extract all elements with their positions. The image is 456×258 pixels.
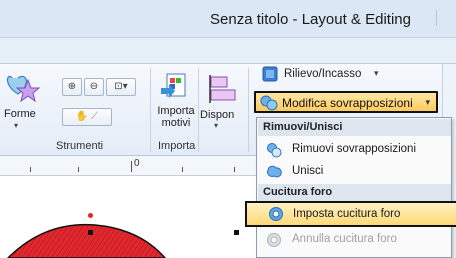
importa-motivi-button[interactable]: Importa motivi	[154, 68, 195, 134]
modifica-sovrapposizioni-label: Modifica sovrapposizioni	[282, 96, 413, 110]
menu-item-unisci[interactable]: Unisci	[258, 161, 451, 182]
group-separator	[150, 68, 151, 152]
group-label-importa: Importa	[158, 140, 196, 152]
menu-item-label: Annulla cucitura foro	[292, 233, 397, 245]
forme-label: Forme	[4, 108, 36, 120]
importa-motivi-label: Importa motivi	[157, 105, 195, 129]
zoom-fit-button[interactable]: ⊡▾	[106, 78, 136, 96]
ruler-zero-label: 0	[134, 158, 140, 169]
forme-button[interactable]: Forme ▾	[4, 68, 44, 134]
group-separator	[248, 68, 249, 152]
hole-sewing-icon	[269, 207, 283, 221]
title-bar: Senza titolo - Layout & Editing	[0, 0, 456, 38]
overlap-dropdown-menu: Rimuovi/Unisci Rimuovi sovrapposizioni U…	[245, 117, 456, 258]
zoom-in-icon: ⊕	[67, 81, 77, 92]
menu-item-rimuovi-sovrapposizioni[interactable]: Rimuovi sovrapposizioni	[258, 139, 451, 160]
rilievo-incasso-label: Rilievo/Incasso	[284, 68, 362, 80]
window-control[interactable]	[436, 10, 452, 26]
group-label-strumenti: Strumenti	[56, 140, 104, 152]
hand-icon: ✋ ⟋	[75, 111, 99, 122]
disponi-button[interactable]: Dispon ▾	[200, 68, 240, 134]
group-separator	[198, 68, 199, 152]
overlap-icon	[260, 95, 278, 111]
menu-item-label: Unisci	[292, 165, 324, 177]
ruler-tick	[131, 161, 132, 172]
heart-star-icon	[6, 75, 41, 103]
zoom-in-button[interactable]: ⊕	[62, 78, 82, 96]
chevron-down-icon: ▾	[425, 97, 430, 107]
ruler-tick	[30, 167, 31, 172]
rotation-handle[interactable]	[88, 213, 93, 218]
remove-overlap-icon	[267, 143, 282, 158]
ruler-tick	[234, 167, 235, 172]
disponi-label: Dispon	[200, 109, 235, 121]
chevron-down-icon: ▾	[374, 68, 379, 78]
zoom-out-icon: ⊖	[89, 81, 99, 92]
zoom-fit-icon: ⊡▾	[114, 81, 128, 92]
ruler-tick	[78, 167, 79, 172]
menu-item-label: Imposta cucitura foro	[293, 208, 401, 220]
window-title: Senza titolo - Layout & Editing	[210, 11, 411, 28]
selection-handle[interactable]	[88, 230, 93, 235]
hand-tool-button[interactable]: ✋ ⟋	[62, 108, 112, 126]
menu-item-imposta-cucitura-foro[interactable]: Imposta cucitura foro	[245, 201, 456, 227]
menu-item-label: Rimuovi sovrapposizioni	[292, 143, 416, 155]
merge-icon	[267, 165, 282, 178]
ruler-tick	[182, 167, 183, 172]
zoom-out-button[interactable]: ⊖	[84, 78, 104, 96]
menu-item-annulla-cucitura-foro[interactable]: Annulla cucitura foro	[258, 229, 451, 250]
cancel-hole-sewing-icon	[267, 233, 281, 247]
menu-section-header: Rimuovi/Unisci	[258, 119, 451, 136]
import-icon	[161, 73, 186, 98]
menu-section-header: Cucitura foro	[258, 184, 451, 201]
selection-handle[interactable]	[234, 230, 239, 235]
chevron-down-icon: ▾	[14, 121, 19, 130]
arrange-icon	[209, 75, 236, 103]
modifica-sovrapposizioni-button[interactable]: Modifica sovrapposizioni ▾	[254, 91, 438, 113]
ribbon-tab-strip	[0, 38, 456, 64]
chevron-down-icon: ▾	[214, 121, 219, 130]
emboss-icon	[262, 66, 278, 82]
